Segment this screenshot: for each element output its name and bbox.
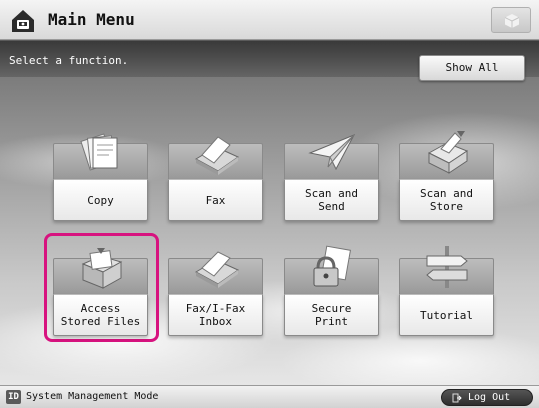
fax-inbox-icon — [194, 251, 240, 288]
secure-print-button[interactable]: Secure Print — [284, 245, 379, 336]
scan-and-send-button[interactable]: Scan and Send — [284, 134, 379, 221]
fax-i-fax-inbox-label: Fax/I-Fax Inbox — [168, 294, 263, 336]
copy-label: Copy — [53, 179, 148, 221]
fax-button[interactable]: Fax — [168, 136, 263, 221]
title-bar: Main Menu — [0, 0, 539, 40]
id-badge-icon: ID — [6, 390, 21, 404]
scan-send-icon — [308, 134, 356, 171]
system-mode-label: System Management Mode — [26, 391, 159, 402]
logout-door-icon — [452, 393, 462, 403]
copy-button[interactable]: Copy — [53, 133, 148, 221]
instruction-text: Select a function. — [9, 54, 129, 67]
scan-and-send-label: Scan and Send — [284, 179, 379, 221]
log-out-button[interactable]: Log Out — [441, 389, 533, 406]
status-bar: ID System Management Mode Log Out — [0, 385, 539, 408]
scan-store-icon — [427, 131, 469, 174]
secure-print-icon — [313, 245, 352, 287]
tutorial-signpost-icon — [426, 246, 468, 288]
tutorial-button[interactable]: Tutorial — [399, 246, 494, 336]
tutorial-label: Tutorial — [399, 294, 494, 336]
scan-and-store-label: Scan and Store — [399, 179, 494, 221]
show-all-button[interactable]: Show All — [419, 55, 525, 81]
copy-icon — [80, 133, 118, 171]
access-stored-files-label: Access Stored Files — [53, 294, 148, 336]
cube-icon — [504, 14, 520, 28]
scan-and-store-button[interactable]: Scan and Store — [399, 131, 494, 221]
fax-i-fax-inbox-button[interactable]: Fax/I-Fax Inbox — [168, 251, 263, 336]
log-out-label: Log Out — [468, 392, 511, 403]
fax-icon — [194, 136, 240, 175]
secure-print-label: Secure Print — [284, 294, 379, 336]
status-monitor-button[interactable] — [491, 7, 531, 33]
access-stored-files-button[interactable]: Access Stored Files — [53, 248, 148, 336]
fax-label: Fax — [168, 179, 263, 221]
stored-files-icon — [81, 248, 123, 289]
page-title: Main Menu — [48, 10, 135, 29]
main-menu-screen: Main Menu Select a function. Show All Co… — [0, 0, 539, 408]
home-icon[interactable] — [9, 6, 37, 34]
